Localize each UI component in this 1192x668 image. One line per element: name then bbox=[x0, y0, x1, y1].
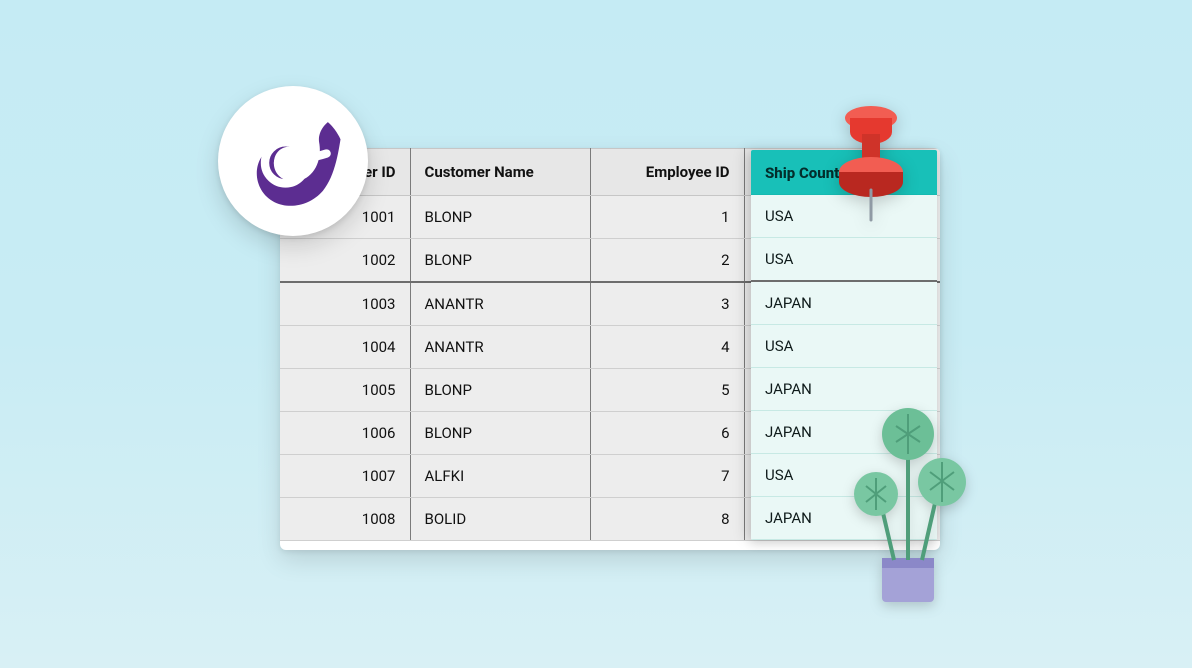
cell-customer-name: ANANTR bbox=[410, 326, 590, 369]
cell-employee-id: 1 bbox=[590, 196, 744, 239]
plant-icon bbox=[848, 390, 968, 610]
cell-order-id: 1004 bbox=[280, 326, 410, 369]
cell-customer-name: BOLID bbox=[410, 498, 590, 541]
cell-employee-id: 5 bbox=[590, 369, 744, 412]
cell-customer-name: BLONP bbox=[410, 369, 590, 412]
cell-order-id: 1005 bbox=[280, 369, 410, 412]
cell-order-id: 1007 bbox=[280, 455, 410, 498]
cell-customer-name: ALFKI bbox=[410, 455, 590, 498]
cell-order-id: 1006 bbox=[280, 412, 410, 455]
cell-customer-name: ANANTR bbox=[410, 282, 590, 326]
cell-ship-country: JAPAN bbox=[751, 282, 937, 325]
column-header-customer-name[interactable]: Customer Name bbox=[410, 149, 590, 196]
cell-employee-id: 8 bbox=[590, 498, 744, 541]
cell-employee-id: 3 bbox=[590, 282, 744, 326]
cell-employee-id: 6 bbox=[590, 412, 744, 455]
cell-employee-id: 4 bbox=[590, 326, 744, 369]
cell-employee-id: 2 bbox=[590, 239, 744, 283]
blazor-icon bbox=[218, 86, 368, 236]
cell-ship-country: USA bbox=[751, 238, 937, 282]
cell-customer-name: BLONP bbox=[410, 412, 590, 455]
cell-order-id: 1003 bbox=[280, 282, 410, 326]
cell-ship-country: USA bbox=[751, 325, 937, 368]
cell-order-id: 1008 bbox=[280, 498, 410, 541]
cell-customer-name: BLONP bbox=[410, 196, 590, 239]
cell-employee-id: 7 bbox=[590, 455, 744, 498]
pushpin-icon bbox=[826, 94, 916, 224]
cell-order-id: 1002 bbox=[280, 239, 410, 283]
cell-customer-name: BLONP bbox=[410, 239, 590, 283]
column-header-employee-id[interactable]: Employee ID bbox=[590, 149, 744, 196]
